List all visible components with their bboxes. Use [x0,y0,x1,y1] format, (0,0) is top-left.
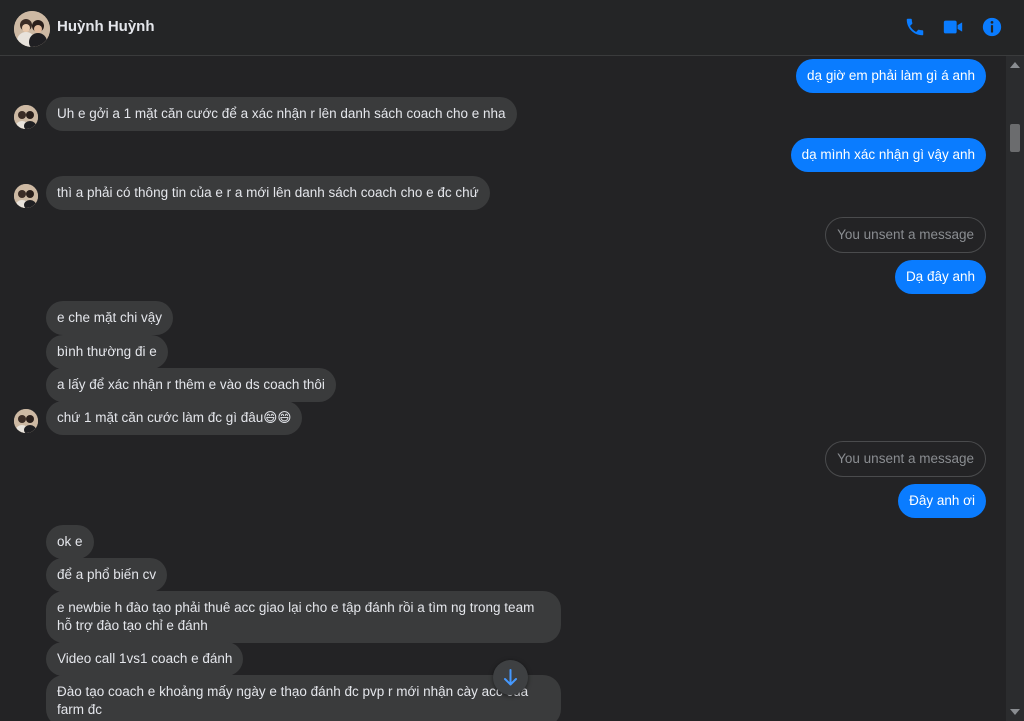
outgoing-message[interactable]: Đây anh ơi [898,484,986,518]
incoming-message[interactable]: thì a phải có thông tin của e r a mới lê… [46,176,490,210]
scroll-down-arrow-icon[interactable] [1010,709,1020,715]
incoming-message[interactable]: Video call 1vs1 coach e đánh [46,642,244,676]
unsent-message-notice: You unsent a message [825,441,986,477]
incoming-message[interactable]: a lấy để xác nhận r thêm e vào ds coach … [46,368,336,402]
incoming-message[interactable]: chứ 1 mặt căn cước làm đc gì đâu😄😄 [46,401,303,435]
scrollbar-thumb[interactable] [1010,124,1020,152]
incoming-message[interactable]: e newbie h đào tạo phải thuê acc giao lạ… [46,591,561,643]
conversation-header: Huỳnh Huỳnh [0,0,1024,56]
video-camera-icon[interactable] [942,16,964,38]
contact-avatar-small[interactable] [14,184,38,208]
outgoing-message[interactable]: dạ giờ em phải làm gì á anh [796,59,986,93]
contact-avatar-small[interactable] [14,105,38,129]
outgoing-message[interactable]: Dạ đây anh [894,260,986,294]
incoming-message[interactable]: ok e [46,525,94,559]
incoming-message[interactable]: để a phổ biến cv [46,558,168,592]
incoming-message[interactable]: e che mặt chi vậy [46,301,174,335]
message-thread[interactable]: dạ giờ em phải làm gì á anh Uh e gởi a 1… [0,56,1006,721]
phone-icon[interactable] [904,16,926,38]
contact-avatar[interactable] [14,11,50,47]
arrow-down-icon [504,669,517,686]
vertical-scrollbar[interactable] [1006,56,1024,721]
incoming-message[interactable]: Uh e gởi a 1 mặt căn cước để a xác nhận … [46,97,517,131]
info-icon[interactable] [981,16,1003,38]
incoming-message[interactable]: Đào tạo coach e khoảng mấy ngày e thạo đ… [46,675,561,721]
contact-avatar-small[interactable] [14,409,38,433]
outgoing-message[interactable]: dạ mình xác nhận gì vậy anh [790,138,986,172]
unsent-message-notice: You unsent a message [825,217,986,253]
incoming-message[interactable]: bình thường đi e [46,335,168,369]
scroll-to-bottom-button[interactable] [493,660,528,695]
scroll-up-arrow-icon[interactable] [1010,62,1020,68]
contact-name[interactable]: Huỳnh Huỳnh [57,18,155,35]
